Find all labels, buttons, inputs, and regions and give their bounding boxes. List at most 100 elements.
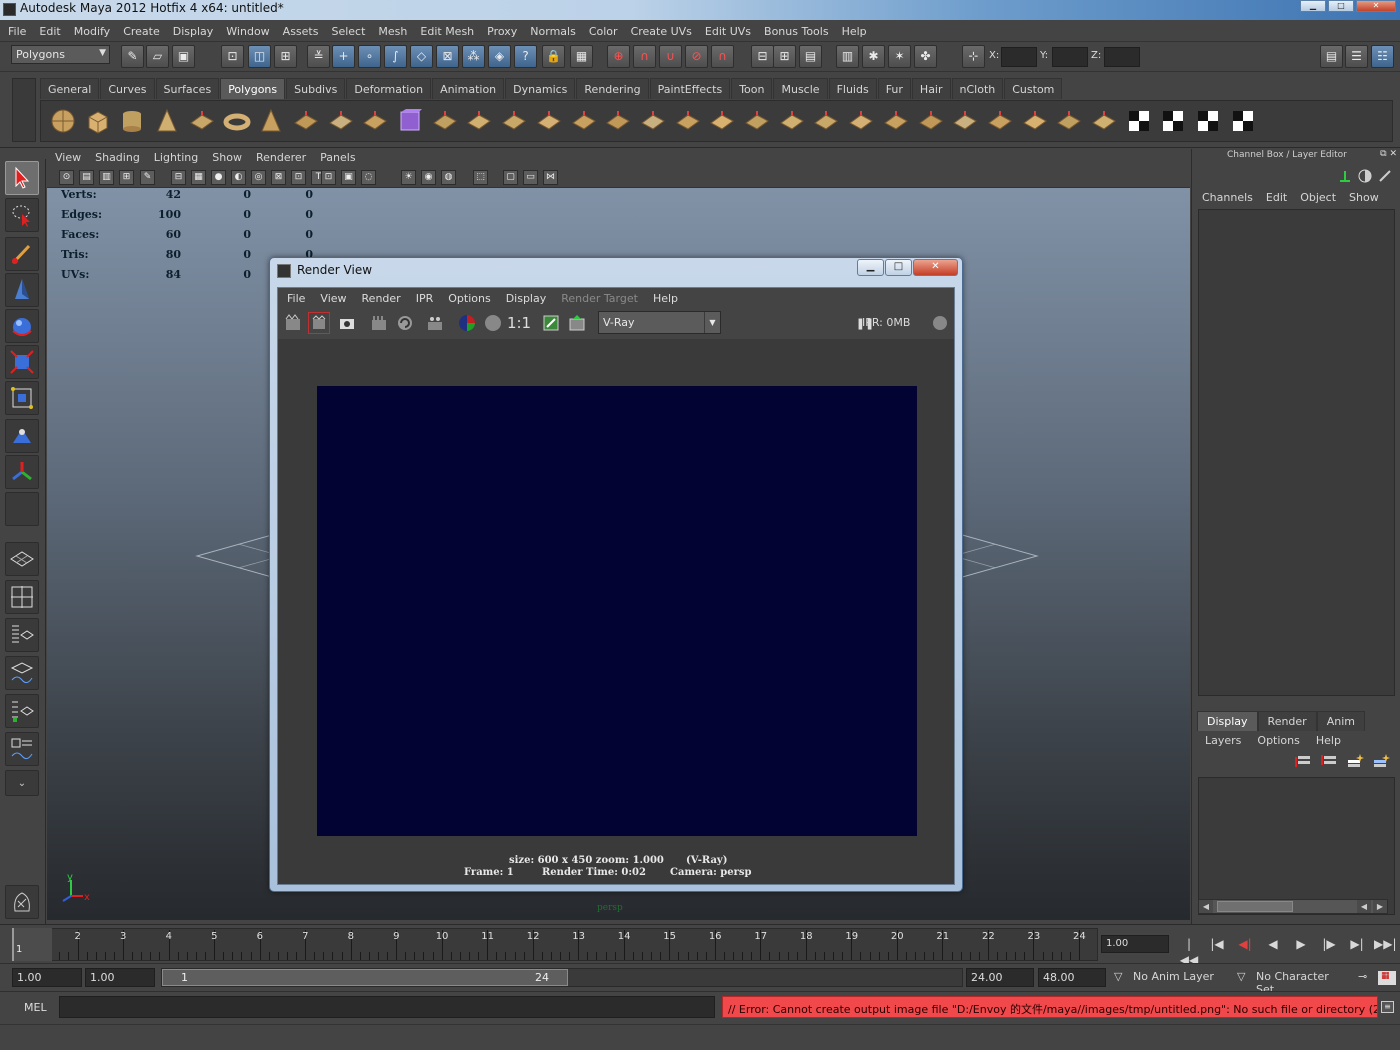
poly-pipe-icon[interactable]: [292, 106, 320, 136]
snapshot-icon[interactable]: [336, 312, 358, 334]
ipr-render-icon[interactable]: [368, 312, 390, 334]
append-icon[interactable]: [674, 106, 702, 136]
channel-box-area[interactable]: [1198, 209, 1395, 696]
universal-manipulator-icon[interactable]: [5, 381, 39, 415]
select-component-icon[interactable]: ⊞: [274, 45, 297, 68]
wireframe-icon[interactable]: ▦: [191, 170, 206, 185]
transform-input-icon[interactable]: ⊹: [962, 45, 985, 68]
snap-point-icon[interactable]: ∪: [659, 45, 682, 68]
menu-select[interactable]: Select: [323, 21, 370, 38]
z-field[interactable]: [1104, 47, 1140, 67]
layer-menu-options[interactable]: Options: [1249, 734, 1307, 747]
menu-edit-uvs[interactable]: Edit UVs: [697, 21, 756, 38]
shadows-icon[interactable]: ▣: [341, 170, 356, 185]
hyperbolic-icon[interactable]: [1378, 169, 1392, 183]
current-time-field[interactable]: 1.00: [1101, 935, 1169, 953]
poly-plane-icon[interactable]: [188, 106, 216, 136]
snap-curve-icon[interactable]: ∩: [633, 45, 656, 68]
hypershade-layout-icon[interactable]: [5, 694, 39, 728]
layer-horizontal-scrollbar[interactable]: ◀ ◀ ▶: [1198, 899, 1388, 914]
extract-icon[interactable]: [847, 106, 875, 136]
checker-map-icon[interactable]: [1090, 106, 1118, 136]
render-current-frame-icon[interactable]: ✱: [862, 45, 885, 68]
smooth-icon[interactable]: [431, 106, 459, 136]
character-set-chevron-icon[interactable]: ▽: [1233, 968, 1249, 987]
preferences-icon[interactable]: ▦: [1378, 971, 1396, 985]
menu-create-uvs[interactable]: Create UVs: [623, 21, 697, 38]
anim-layer-selector[interactable]: No Anim Layer: [1129, 968, 1229, 987]
rv-menu-render[interactable]: Render: [353, 290, 407, 305]
isolate-select-icon[interactable]: ⬚: [473, 170, 488, 185]
new-layer-from-selection-icon[interactable]: [1372, 753, 1390, 769]
split-icon[interactable]: [708, 106, 736, 136]
image-plane-icon[interactable]: ▥: [99, 170, 114, 185]
redo-previous-render-icon[interactable]: [282, 312, 304, 334]
render-settings-icon[interactable]: ✤: [914, 45, 937, 68]
hud-icon[interactable]: ▢: [503, 170, 518, 185]
paint-select-tool-icon[interactable]: [5, 237, 39, 271]
save-scene-icon[interactable]: ▣: [172, 45, 195, 68]
alpha-channel-icon[interactable]: [482, 312, 504, 334]
screen-space-ao-icon[interactable]: ◌: [361, 170, 376, 185]
shelf-tab-dynamics[interactable]: Dynamics: [505, 78, 576, 99]
menu-file[interactable]: File: [0, 21, 31, 38]
snap-view-plane-icon[interactable]: ⊘: [685, 45, 708, 68]
character-set-selector[interactable]: No Character Set: [1252, 968, 1352, 996]
snap-grid-icon[interactable]: ⊕: [607, 45, 630, 68]
shelf-tab-ncloth[interactable]: nCloth: [951, 78, 1004, 99]
poly-cone-icon[interactable]: [153, 106, 181, 136]
real-size-button[interactable]: 1:1: [507, 312, 531, 334]
menu-edit[interactable]: Edit: [31, 21, 65, 38]
shelf-tab-polygons[interactable]: Polygons: [220, 78, 286, 99]
panel-menu-view[interactable]: View: [47, 149, 87, 164]
shelf-tab-surfaces[interactable]: Surfaces: [155, 78, 220, 99]
surface-mask-icon[interactable]: ◇: [410, 45, 433, 68]
panel-menu-lighting[interactable]: Lighting: [146, 149, 204, 164]
rotate-tool-icon[interactable]: [5, 309, 39, 343]
wedge-icon[interactable]: [917, 106, 945, 136]
insert-edgeloop-icon[interactable]: [743, 106, 771, 136]
menu-modify[interactable]: Modify: [66, 21, 115, 38]
film-gate-icon[interactable]: ⋈: [543, 170, 558, 185]
rv-menu-view[interactable]: View: [311, 290, 352, 305]
menu-proxy[interactable]: Proxy: [479, 21, 522, 38]
checker-icon[interactable]: [1229, 106, 1257, 136]
step-forward-key-button[interactable]: ▶|: [1346, 936, 1368, 954]
layer-list-area[interactable]: [1198, 777, 1395, 915]
panel-menu-panels[interactable]: Panels: [312, 149, 361, 164]
move-layer-down-icon[interactable]: [1320, 753, 1338, 769]
shelf-tab-muscle[interactable]: Muscle: [773, 78, 828, 99]
rv-maximize-button[interactable]: □: [885, 259, 912, 276]
show-manipulator-icon[interactable]: [5, 455, 39, 489]
rv-menu-file[interactable]: File: [278, 290, 311, 305]
manipulator-icon[interactable]: [1338, 169, 1352, 183]
step-back-key-button[interactable]: |◀: [1206, 936, 1228, 954]
select-object-icon[interactable]: ◫: [248, 45, 271, 68]
cb-menu-show[interactable]: Show: [1342, 191, 1385, 204]
tool-settings-icon[interactable]: ☰: [1345, 45, 1368, 68]
rv-close-button[interactable]: ✕: [913, 259, 958, 276]
shelf-tab-subdivs[interactable]: Subdivs: [286, 78, 346, 99]
curve-mask-icon[interactable]: ∫: [384, 45, 407, 68]
render-canvas[interactable]: size: 600 x 450 zoom: 1.000 (V-Ray) Fram…: [278, 339, 954, 884]
duplicate-face-icon[interactable]: [812, 106, 840, 136]
motion-blur-icon[interactable]: ☀: [401, 170, 416, 185]
rv-menu-options[interactable]: Options: [439, 290, 496, 305]
toggle-panel-icon[interactable]: ▤: [1320, 45, 1343, 68]
camera-attributes-icon[interactable]: ⊙: [59, 170, 74, 185]
scroll-left-end-icon[interactable]: ◀: [1357, 900, 1371, 913]
shelf-tab-animation[interactable]: Animation: [432, 78, 505, 99]
range-bar[interactable]: 1 24: [161, 968, 963, 987]
extrude-icon[interactable]: [604, 106, 632, 136]
bevel-icon[interactable]: [570, 106, 598, 136]
poly-torus-icon[interactable]: [223, 106, 251, 136]
scroll-thumb[interactable]: [1217, 901, 1293, 912]
lasso-tool-icon[interactable]: [5, 198, 39, 232]
poly-cube-icon[interactable]: [84, 106, 112, 136]
mental-shortcut-icon[interactable]: [5, 885, 39, 919]
close-dock-icon[interactable]: ✕: [1389, 149, 1397, 159]
move-tool-icon[interactable]: [5, 273, 39, 307]
shelf-menu-button[interactable]: [12, 78, 36, 142]
channel-box-toggle-icon[interactable]: ☷: [1371, 45, 1394, 68]
speed-icon[interactable]: [1358, 169, 1372, 183]
